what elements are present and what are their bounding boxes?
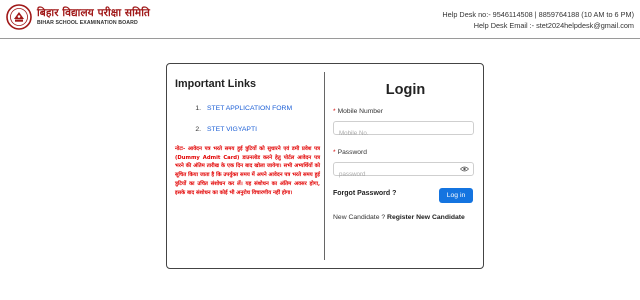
stet-application-form-link[interactable]: STET APPLICATION FORM [207, 105, 292, 112]
list-number: 2. [195, 125, 201, 133]
new-candidate-row: New Candidate ? Register New Candidate [333, 214, 465, 221]
important-links-title: Important Links [175, 78, 256, 90]
helpdesk-email: Help Desk Email :- stet2024helpdesk@gmai… [473, 21, 634, 30]
logo-english-text: BIHAR SCHOOL EXAMINATION BOARD [37, 20, 138, 27]
notice-text: नोटः- आवेदन पत्र भरते समय हुई त्रुटियों … [175, 146, 320, 196]
register-new-candidate-link[interactable]: Register New Candidate [387, 214, 465, 221]
login-card: Important Links 1. STET APPLICATION FORM… [166, 63, 484, 269]
new-candidate-text: New Candidate ? [333, 214, 388, 221]
required-asterisk: * [333, 149, 336, 156]
mobile-number-field [333, 121, 474, 140]
helpdesk-phone: Help Desk no:- 9546114508 | 8859764188 (… [442, 10, 634, 19]
logo-hindi-text: बिहार विद्यालय परीक्षा समिति [37, 6, 150, 19]
list-item: 2. STET VIGYAPTI [175, 124, 320, 134]
panel-divider [324, 72, 325, 260]
list-item: 1. STET APPLICATION FORM [175, 103, 320, 113]
list-number: 1. [195, 104, 201, 112]
bseb-logo[interactable]: बिहार विद्यालय परीक्षा समिति BIHAR SCHOO… [6, 4, 150, 30]
bseb-emblem-icon [6, 4, 32, 30]
login-button[interactable]: Log in [439, 188, 473, 203]
required-asterisk: * [333, 108, 336, 115]
login-title: Login [385, 82, 426, 98]
helpdesk-info: Help Desk no:- 9546114508 | 8859764188 (… [442, 9, 634, 31]
password-input[interactable] [334, 168, 459, 181]
important-links-list: 1. STET APPLICATION FORM 2. STET VIGYAPT… [175, 103, 320, 134]
mobile-number-label: * Mobile Number [333, 108, 383, 115]
mobile-number-input[interactable] [334, 127, 459, 140]
important-links-panel: Important Links 1. STET APPLICATION FORM… [175, 78, 320, 197]
header-bar: बिहार विद्यालय परीक्षा समिति BIHAR SCHOO… [0, 0, 640, 39]
stet-vigyapti-link[interactable]: STET VIGYAPTI [207, 126, 257, 133]
password-label: * Password [333, 149, 367, 156]
eye-icon[interactable] [460, 166, 469, 172]
forgot-password-link[interactable]: Forgot Password ? [333, 190, 396, 197]
password-field [333, 162, 474, 181]
